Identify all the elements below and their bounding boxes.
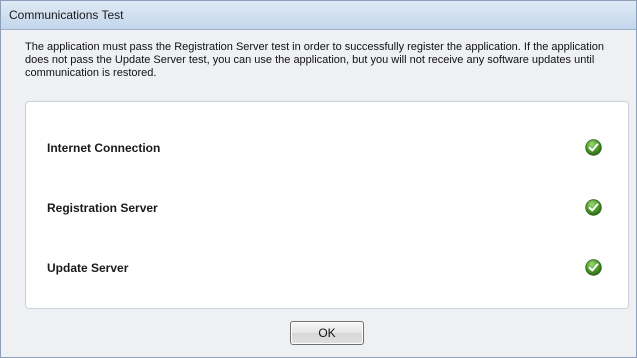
check-circle-icon: [585, 259, 602, 276]
test-label: Internet Connection: [47, 141, 161, 155]
test-row-registration-server: Registration Server: [26, 187, 628, 227]
ok-button[interactable]: OK: [290, 321, 364, 345]
test-label: Update Server: [47, 261, 129, 275]
title-bar[interactable]: Communications Test: [1, 1, 636, 30]
communications-test-dialog: Communications Test The application must…: [0, 0, 637, 358]
check-circle-icon: [585, 139, 602, 156]
window-title: Communications Test: [9, 8, 124, 22]
test-results-panel: Internet Connection Registration Server: [25, 101, 629, 309]
test-row-update-server: Update Server: [26, 247, 628, 287]
test-label: Registration Server: [47, 201, 158, 215]
check-circle-icon: [585, 199, 602, 216]
test-row-internet-connection: Internet Connection: [26, 127, 628, 167]
info-message: The application must pass the Registrati…: [25, 41, 605, 79]
